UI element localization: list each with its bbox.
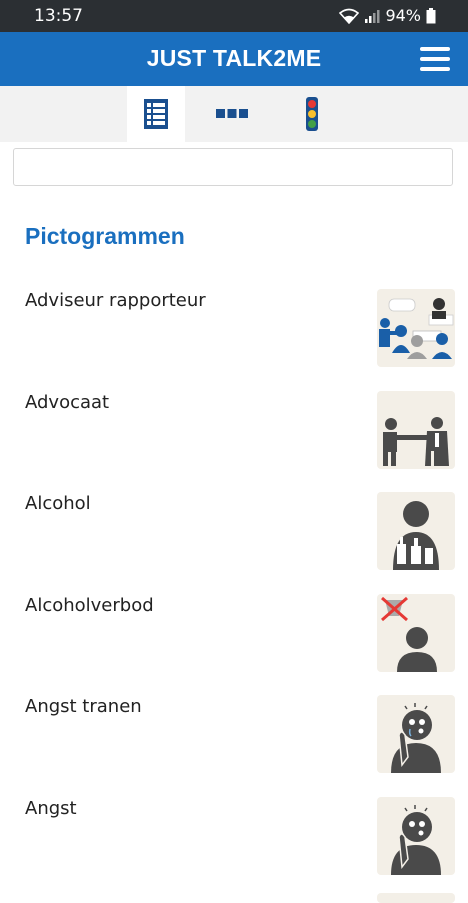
list-item-label: Angst xyxy=(25,797,77,819)
wifi-icon xyxy=(339,8,360,24)
tab-grid-view[interactable] xyxy=(203,86,261,142)
pictogram-list: Adviseur rapporteur Advocaat Alcohol Alc… xyxy=(0,272,468,881)
app-title: JUST TALK2ME xyxy=(146,45,322,71)
battery-icon xyxy=(426,7,436,23)
status-bar: 13:57 94% xyxy=(0,0,468,32)
tab-traffic-light[interactable] xyxy=(283,86,341,142)
status-indicators: 94% xyxy=(339,6,436,25)
list-item-label: Alcohol xyxy=(25,493,91,514)
meeting-pictogram-icon xyxy=(377,289,455,367)
dots-view-icon xyxy=(216,109,248,118)
next-pictogram-partial xyxy=(377,893,455,903)
handshake-lawyer-pictogram-icon xyxy=(377,390,455,469)
hamburger-menu-icon xyxy=(420,47,450,51)
list-item[interactable]: Angst tranen xyxy=(0,678,468,780)
list-item[interactable]: Angst xyxy=(0,780,468,882)
list-item[interactable]: Alcohol xyxy=(0,475,468,577)
list-item-label: Angst tranen xyxy=(25,696,142,717)
search-input[interactable] xyxy=(13,148,453,186)
hamburger-menu-button[interactable] xyxy=(420,47,450,71)
list-view-icon xyxy=(144,99,168,129)
person-bottles-pictogram-icon xyxy=(377,492,455,570)
list-item[interactable]: Advocaat xyxy=(0,374,468,476)
list-item-label: Advocaat xyxy=(25,391,110,413)
list-item[interactable]: Alcoholverbod xyxy=(0,577,468,679)
list-item[interactable]: Adviseur rapporteur xyxy=(0,272,468,374)
view-tabs xyxy=(0,86,468,142)
fear-pictogram-icon xyxy=(377,796,455,875)
tab-list-view[interactable] xyxy=(127,86,185,142)
app-header: JUST TALK2ME xyxy=(0,32,468,86)
menu-line xyxy=(420,67,450,71)
list-item-label: Alcoholverbod xyxy=(25,594,154,616)
list-item-label: Adviseur rapporteur xyxy=(25,290,206,311)
status-time: 13:57 xyxy=(34,6,83,26)
traffic-light-icon xyxy=(306,97,318,131)
no-alcohol-pictogram-icon xyxy=(377,593,455,672)
menu-line xyxy=(420,57,450,61)
battery-percent: 94% xyxy=(385,6,421,25)
section-title: Pictogrammen xyxy=(25,223,185,249)
signal-icon xyxy=(365,9,380,23)
fear-tears-pictogram-icon xyxy=(377,695,455,773)
